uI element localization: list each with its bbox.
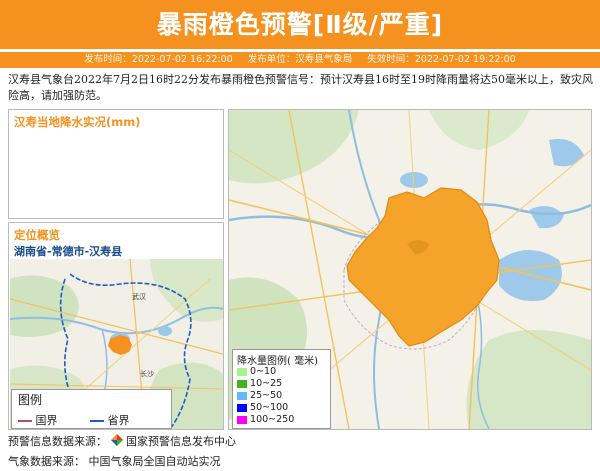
weather-source-label: 气象数据来源：	[8, 455, 85, 468]
warning-source-label: 预警信息数据来源：	[8, 435, 107, 448]
overview-legend-title: 图例	[18, 393, 43, 407]
rain-panel-title: 汉寿当地降水实况(mm)	[14, 115, 141, 129]
expire-time-value: 2022-07-02 19:22:00	[414, 54, 516, 65]
province-border-swatch	[90, 420, 104, 422]
legend-swatch-100-250	[237, 415, 247, 424]
publish-time-value: 2022-07-02 16:22:00	[131, 54, 233, 65]
legend-item-100-250: 100~250	[237, 414, 294, 425]
legend-swatch-10-25	[237, 379, 247, 388]
issuer-label: 发布单位：	[247, 54, 296, 65]
expire-time-label: 失效时间：	[367, 54, 415, 65]
location-overview-panel: 定位概览 湖南省-常德市-汉寿县 武汉 长沙 图例 国界 省界	[8, 222, 224, 430]
overview-legend: 图例 国界 省界	[11, 389, 172, 429]
legend-item-province-border: 省界	[90, 412, 130, 428]
legend-item-0-10: 0~10	[237, 366, 276, 377]
legend-item-10-25: 10~25	[237, 378, 282, 389]
issuer-value: 汉寿县气象局	[295, 54, 353, 65]
warning-meta-bar: 发布时间：2022-07-02 16:22:00 发布单位：汉寿县气象局 失效时…	[0, 52, 600, 68]
rainfall-legend-title: 降水量图例( 毫米)	[237, 356, 318, 367]
publish-time-label: 发布时间：	[84, 54, 132, 65]
national-border-swatch	[18, 420, 32, 422]
expire-time: 失效时间：2022-07-02 19:22:00	[367, 54, 515, 65]
legend-swatch-0-10	[237, 367, 247, 376]
rainfall-legend: 降水量图例( 毫米) 0~10 10~25 25~50 50~100 100~2…	[232, 349, 331, 429]
publish-time: 发布时间：2022-07-02 16:22:00	[84, 54, 232, 65]
legend-label-0-10: 0~10	[250, 366, 277, 377]
weather-source-line: 气象数据来源： 中国气象局全国自动站实况	[8, 453, 221, 469]
warning-description: 汉寿县气象台2022年7月2日16时22分发布暴雨橙色预警信号：预计汉寿县16时…	[8, 73, 593, 102]
issuer: 发布单位：汉寿县气象局	[248, 54, 353, 65]
legend-item-national-border: 国界	[18, 412, 58, 428]
legend-label-25-50: 25~50	[250, 390, 283, 401]
overview-city-label-2: 长沙	[140, 369, 154, 378]
warning-source-line: 预警信息数据来源： 国家预警信息发布中心	[8, 433, 236, 449]
legend-swatch-50-100	[237, 403, 247, 412]
province-border-label: 省界	[107, 414, 130, 427]
legend-label-50-100: 50~100	[250, 402, 289, 413]
legend-label-100-250: 100~250	[250, 414, 295, 425]
location-panel-title: 定位概览	[14, 228, 60, 242]
warning-source-link[interactable]: 国家预警信息发布中心	[126, 435, 236, 448]
warning-title: 暴雨橙色预警[Ⅱ级/严重]	[156, 10, 444, 39]
overview-city-label: 武汉	[132, 292, 146, 301]
rain-observation-panel: 汉寿当地降水实况(mm)	[8, 109, 224, 219]
national-border-label: 国界	[35, 414, 58, 427]
legend-item-25-50: 25~50	[237, 390, 282, 401]
legend-item-50-100: 50~100	[237, 402, 288, 413]
weather-source-value: 中国气象局全国自动站实况	[88, 455, 221, 468]
warning-center-logo-icon	[110, 434, 123, 446]
main-map-panel: 降水量图例( 毫米) 0~10 10~25 25~50 50~100 100~2…	[228, 109, 592, 430]
legend-swatch-25-50	[237, 391, 247, 400]
legend-label-10-25: 10~25	[250, 378, 283, 389]
location-path: 湖南省-常德市-汉寿县	[14, 245, 123, 258]
